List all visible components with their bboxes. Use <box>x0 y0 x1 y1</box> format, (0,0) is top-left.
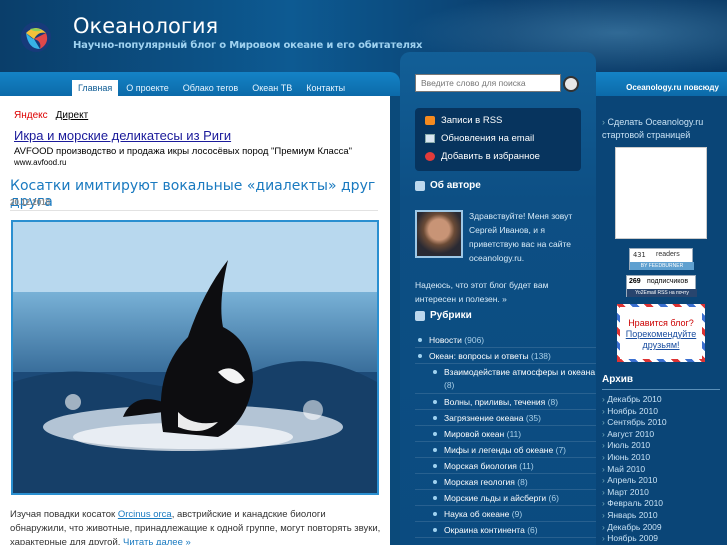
site-description: Научно-популярный блог о Мировом океане … <box>73 40 423 51</box>
archive-item[interactable]: Август 2010 <box>602 429 667 441</box>
feedburner-count: 431 <box>633 251 646 259</box>
categories-heading: Рубрики <box>415 310 472 321</box>
direct-link[interactable]: Директ <box>56 110 89 121</box>
right-sidebar: Oceanology.ru повсюду Сделать Oceanology… <box>596 72 727 545</box>
category-item[interactable]: Морские льды и айсберги (6) <box>415 490 596 506</box>
email-icon <box>425 134 435 143</box>
category-item[interactable]: Мировой океан (11) <box>415 426 596 442</box>
feedburner-by: BY FEEDBURNER <box>630 262 694 270</box>
subscribe-box: Записи в RSS Обновления на email Добавит… <box>415 108 581 171</box>
feedburner-badge[interactable]: 431 readers BY FEEDBURNER <box>629 248 694 270</box>
nav-item-home[interactable]: Главная <box>72 80 119 96</box>
rss-link[interactable]: Записи в RSS <box>425 115 502 126</box>
species-link[interactable]: Orcinus orca <box>118 509 172 520</box>
subscribers-by: Yo2Email RSS на почту <box>627 289 697 297</box>
site-header: Океанология Научно-популярный блог о Мир… <box>0 0 727 82</box>
category-item[interactable]: Взаимодействие атмосферы и океана (8) <box>415 364 596 394</box>
post-image[interactable] <box>11 220 379 495</box>
search-button[interactable] <box>563 76 579 92</box>
divider <box>10 210 378 211</box>
make-homepage-link[interactable]: Сделать Oceanology.ru стартовой странице… <box>602 116 724 142</box>
author-avatar <box>415 210 463 258</box>
archive-item[interactable]: Февраль 2010 <box>602 498 667 510</box>
archive-item[interactable]: Январь 2010 <box>602 510 667 522</box>
post-date: 20.12.2010 <box>10 198 51 207</box>
heart-icon <box>425 152 435 161</box>
site-logo-icon[interactable] <box>20 21 52 53</box>
archive-heading: Архив <box>602 374 720 390</box>
nav-item-tags[interactable]: Облако тегов <box>177 80 244 96</box>
recommend-title: Нравится блог? <box>628 318 694 328</box>
middle-sidebar: Записи в RSS Обновления на email Добавит… <box>400 52 596 545</box>
right-sidebar-heading: Oceanology.ru повсюду <box>596 72 727 96</box>
feedburner-label: readers <box>656 251 680 258</box>
category-item[interactable]: Волны, приливы, течения (8) <box>415 394 596 410</box>
main-nav: Главная О проекте Облако тегов Океан ТВ … <box>0 72 400 96</box>
subscribers-count: 269 <box>629 278 641 285</box>
author-heading-label: Об авторе <box>430 180 481 191</box>
archive-item[interactable]: Апрель 2010 <box>602 475 667 487</box>
ad-text: AVFOOD производство и продажа икры лосос… <box>14 146 352 157</box>
author-text: Здравствуйте! Меня зовут Сергей Иванов, … <box>469 211 573 263</box>
recommend-widget[interactable]: Нравится блог? Порекомендуйте друзьям! <box>617 304 705 362</box>
archive-item[interactable]: Март 2010 <box>602 487 667 499</box>
nav-item-about[interactable]: О проекте <box>120 80 174 96</box>
favorites-label: Добавить в избранное <box>441 151 540 162</box>
post-excerpt: Изучая повадки косаток Orcinus orca, авс… <box>10 508 382 545</box>
archive-item[interactable]: Июнь 2010 <box>602 452 667 464</box>
archive-item[interactable]: Декабрь 2010 <box>602 394 667 406</box>
archive-list: Декабрь 2010 Ноябрь 2010 Сентябрь 2010 А… <box>602 394 667 545</box>
author-more-text[interactable]: Надеюсь, что этот блог будет вам интерес… <box>415 278 585 306</box>
ad-source[interactable]: Яндекс Директ <box>14 110 88 121</box>
nav-item-contacts[interactable]: Контакты <box>300 80 351 96</box>
orca-image-illustration <box>13 222 377 493</box>
folder-icon <box>415 310 425 321</box>
favorites-link[interactable]: Добавить в избранное <box>425 151 540 162</box>
archive-item[interactable]: Декабрь 2009 <box>602 522 667 534</box>
yandex-logo[interactable]: Яндекс <box>14 110 48 121</box>
archive-item[interactable]: Май 2010 <box>602 464 667 476</box>
archive-item[interactable]: Сентябрь 2010 <box>602 417 666 429</box>
archive-item[interactable]: Июль 2010 <box>602 440 667 452</box>
category-item[interactable]: Океан: вопросы и ответы (138) <box>415 348 596 364</box>
category-item[interactable]: Морская биология (11) <box>415 458 596 474</box>
rss-label: Записи в RSS <box>441 115 503 126</box>
main-content: Яндекс Директ Икра и морские деликатесы и… <box>0 96 390 545</box>
category-item[interactable]: Новости (906) <box>415 332 596 348</box>
email-label: Обновления на email <box>441 133 535 144</box>
nav-item-tv[interactable]: Океан ТВ <box>246 80 298 96</box>
email-subscribers-badge[interactable]: 269 подписчиков Yo2Email RSS на почту <box>626 275 697 297</box>
read-more-link[interactable]: Читать далее » <box>123 537 191 545</box>
person-icon <box>415 180 425 191</box>
post-title[interactable]: Косатки имитируют вокальные «диалекты» д… <box>10 178 390 210</box>
category-item[interactable]: Мифы и легенды об океане (7) <box>415 442 596 458</box>
archive-item[interactable]: Ноябрь 2009 <box>602 533 667 545</box>
ad-url[interactable]: www.avfood.ru <box>14 158 66 167</box>
archive-item[interactable]: Ноябрь 2010 <box>602 406 667 418</box>
category-item[interactable]: Морская геология (8) <box>415 474 596 490</box>
category-item[interactable]: Окраина континента (6) <box>415 522 596 538</box>
categories-heading-label: Рубрики <box>430 310 472 321</box>
category-item[interactable]: Загрязнение океана (35) <box>415 410 596 426</box>
recommend-link[interactable]: Порекомендуйте друзьям! <box>620 329 702 351</box>
subscribers-label: подписчиков <box>647 278 689 285</box>
post-text-before: Изучая повадки косаток <box>10 509 118 520</box>
email-link[interactable]: Обновления на email <box>425 133 534 144</box>
author-heading: Об авторе <box>415 180 481 191</box>
ad-title-link[interactable]: Икра и морские деликатесы из Риги <box>14 128 231 143</box>
rss-icon <box>425 116 435 125</box>
category-item[interactable]: Наука об океане (9) <box>415 506 596 522</box>
site-title[interactable]: Океанология <box>73 14 218 38</box>
categories-list: Новости (906) Океан: вопросы и ответы (1… <box>415 332 596 538</box>
search-input[interactable] <box>415 74 561 92</box>
widget-placeholder <box>615 147 707 239</box>
